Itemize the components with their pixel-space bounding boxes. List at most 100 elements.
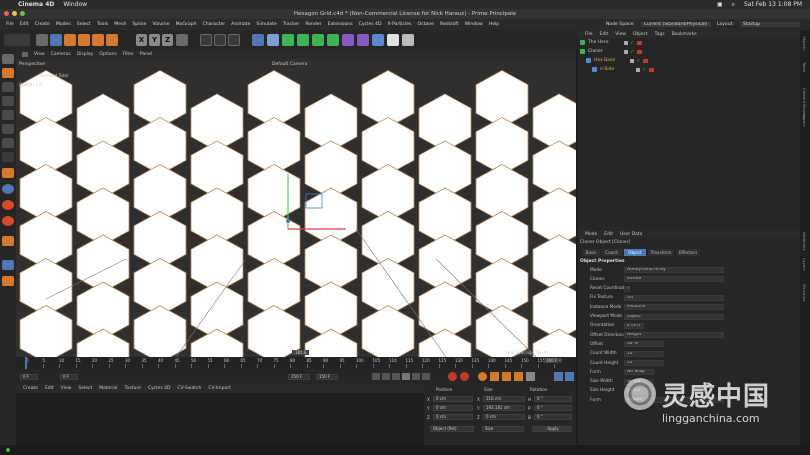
attribute-value-field[interactable]: 10	[624, 350, 664, 357]
tweak-mode-icon[interactable]	[2, 152, 14, 162]
menu-item-tracker[interactable]: Tracker	[283, 22, 300, 27]
object-name[interactable]: n-Side	[600, 67, 630, 72]
object-name[interactable]: Cloner	[588, 49, 618, 54]
perspective-label[interactable]: Perspective	[19, 62, 45, 67]
menu-item-redshift[interactable]: Redshift	[440, 22, 459, 27]
menu-item-render[interactable]: Render	[305, 22, 321, 27]
rotate-tool-icon[interactable]	[78, 34, 90, 46]
hexagon-clone[interactable]	[532, 281, 576, 340]
search-icon[interactable]: ⌕	[732, 1, 735, 9]
hexagon-clone[interactable]	[133, 305, 187, 357]
position-key-icon[interactable]	[490, 372, 499, 381]
material-menu-cv-swatch[interactable]: CV-Swatch	[177, 386, 201, 391]
material-menu-material[interactable]: Material	[99, 386, 117, 391]
play-icon[interactable]	[402, 373, 410, 380]
workplane-icon[interactable]	[2, 184, 14, 194]
autokey-icon[interactable]	[460, 372, 469, 381]
side-tab-layers[interactable]: Layers	[802, 258, 807, 271]
current-frame-field[interactable]: 0 F	[20, 374, 38, 380]
enabled-check-icon[interactable]: ✓	[630, 49, 634, 55]
material-menu-edit[interactable]: Edit	[45, 386, 54, 391]
side-tab-objects[interactable]: Objects	[802, 36, 807, 50]
menu-item-simulate[interactable]: Simulate	[256, 22, 276, 27]
menu-item-volume[interactable]: Volume	[153, 22, 170, 27]
undo-redo-button[interactable]	[4, 34, 30, 46]
object-manager-list[interactable]: The Hero ✓ Cloner ✓ Hex Base ✓ n-Side ✓	[578, 39, 800, 229]
start-frame-field[interactable]: 0 F	[60, 374, 78, 380]
object-menu-tags[interactable]: Tags	[655, 32, 665, 37]
viewport-menu-display[interactable]: Display	[77, 52, 94, 57]
menu-item-spline[interactable]: Spline	[132, 22, 146, 27]
tab-coord[interactable]: Coord.	[602, 249, 622, 256]
go-to-end-icon[interactable]	[422, 373, 430, 380]
x-axis-toggle[interactable]: X	[136, 34, 147, 46]
y-axis-toggle[interactable]: Y	[149, 34, 160, 46]
scene-icon[interactable]	[372, 34, 384, 46]
attribute-value-field[interactable]: Instance	[624, 304, 724, 311]
tag-icon[interactable]	[643, 58, 649, 63]
step-forward-icon[interactable]	[412, 373, 420, 380]
rotation-field[interactable]: 0 °	[534, 396, 572, 402]
cloner-icon[interactable]	[297, 34, 309, 46]
menu-item-x-particles[interactable]: X-Particles	[388, 22, 412, 27]
attribute-value-field[interactable]: Honeycomb Array	[624, 267, 724, 273]
object-menu-bookmarks[interactable]: Bookmarks	[672, 32, 697, 37]
snapping-icon[interactable]	[2, 168, 14, 178]
node-space-dropdown[interactable]: Current (Standard/Physical)	[640, 22, 711, 27]
menu-item-cycles-4d[interactable]: Cycles 4D	[359, 22, 382, 27]
position-field[interactable]: 0 cm	[433, 414, 473, 420]
menu-item-extensions[interactable]: Extensions	[328, 22, 353, 27]
material-menu-view[interactable]: View	[61, 386, 72, 391]
viewport[interactable]: Perspective Default Camera Selected Tota…	[16, 59, 576, 357]
end-frame-field[interactable]: 150 F	[288, 374, 310, 380]
cube-icon[interactable]	[252, 34, 264, 46]
menu-item-window[interactable]: Window	[465, 22, 483, 27]
fracture-icon[interactable]	[312, 34, 324, 46]
window-menu[interactable]: Window	[63, 1, 87, 8]
object-row[interactable]: The Hero ✓	[580, 39, 798, 46]
param-key-icon[interactable]	[526, 372, 535, 381]
move-axis-icon[interactable]	[92, 34, 104, 46]
hexagon-clone[interactable]	[532, 140, 576, 199]
material-menu-create[interactable]: Create	[23, 386, 38, 391]
viewport-menu-options[interactable]: Options	[99, 52, 116, 57]
z-axis-handle[interactable]	[286, 219, 290, 223]
side-tab-attributes[interactable]: Attributes	[802, 232, 807, 251]
menu-item-animate[interactable]: Animate	[231, 22, 250, 27]
subdivision-icon[interactable]	[282, 34, 294, 46]
hexagon-clone[interactable]	[532, 187, 576, 246]
hexagon-clone[interactable]	[19, 305, 73, 357]
attribute-menu-mode[interactable]: Mode	[585, 232, 597, 237]
object-row[interactable]: Hex Base ✓	[586, 57, 798, 64]
attribute-value-field[interactable]: ✓	[624, 285, 630, 292]
object-menu-edit[interactable]: Edit	[600, 32, 609, 37]
enabled-check-icon[interactable]: ✓	[636, 58, 640, 64]
minimize-window-button[interactable]	[12, 11, 17, 16]
texture-mode-icon[interactable]	[2, 82, 14, 92]
menu-item-modes[interactable]: Modes	[56, 22, 71, 27]
layout-dropdown[interactable]: Startup	[740, 22, 800, 27]
attribute-value-field[interactable]: Z (XY)	[624, 322, 644, 329]
object-row[interactable]: Cloner ✓	[580, 48, 798, 55]
points-mode-icon[interactable]	[2, 96, 14, 106]
coord-mode-dropdown[interactable]: Object (Rel)	[430, 426, 474, 432]
object-menu-view[interactable]: View	[615, 32, 626, 37]
camera-icon[interactable]	[387, 34, 399, 46]
timeline-ruler[interactable]: 0 5 10 15 20 25 30 35 40 45 50 55 60 65 70 75 80 85 90 95 10…	[16, 357, 576, 369]
attribute-value-field[interactable]: 10	[624, 360, 664, 366]
viewport-menu-panel[interactable]: Panel	[140, 52, 152, 57]
playhead[interactable]	[25, 357, 27, 369]
object-row[interactable]: n-Side ✓	[592, 66, 798, 73]
attribute-value-field[interactable]: Off	[624, 294, 724, 301]
size-field[interactable]: 316 cm	[483, 396, 525, 402]
script-icon[interactable]	[2, 276, 14, 286]
attribute-menu-user-data[interactable]: User Data	[620, 232, 642, 237]
viewport-menu-cameras[interactable]: Cameras	[51, 52, 71, 57]
attribute-value-field[interactable]: 50 %	[624, 341, 664, 348]
transform-tool-icon[interactable]	[106, 34, 118, 46]
rotation-field[interactable]: 0 °	[534, 414, 572, 420]
mograph-icon[interactable]	[327, 34, 339, 46]
motion-clip-icon[interactable]	[565, 372, 574, 381]
material-manager-area[interactable]	[16, 393, 424, 445]
preview-end-field[interactable]: 150 F	[316, 374, 338, 380]
